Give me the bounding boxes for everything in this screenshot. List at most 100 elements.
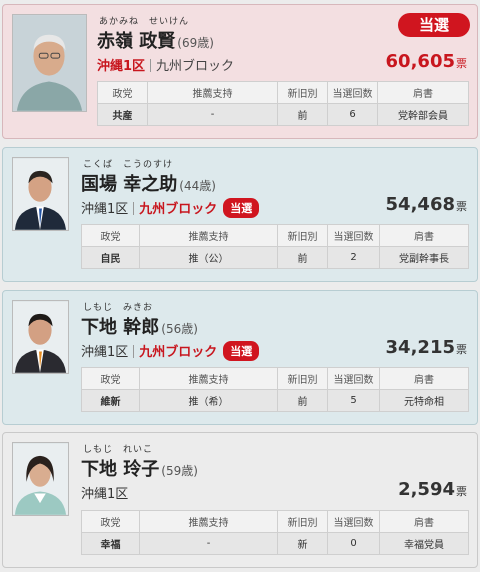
candidate-district-line: 沖縄1区 九州ブロック 当選 xyxy=(81,341,260,361)
candidate-age: (56歳) xyxy=(161,322,198,336)
portrait-image xyxy=(13,301,68,373)
elected-badge: 当選 xyxy=(223,341,260,361)
vote-count: 60,605票 xyxy=(386,51,467,72)
header-party: 政党 xyxy=(81,224,140,247)
support-value: - xyxy=(139,532,278,555)
elected-badge: 当選 xyxy=(398,13,470,37)
vote-number: 54,468 xyxy=(385,194,455,215)
header-party: 政党 xyxy=(81,510,140,533)
candidate-card-3[interactable]: しもじ みきお 下地 幹郎 (56歳) 沖縄1区 九州ブロック 当選 34,215票 … xyxy=(2,290,478,425)
candidate-furigana: あかみね せいけん xyxy=(99,17,190,27)
title-value: 元特命相 xyxy=(379,389,469,412)
candidate-name-text: 赤嶺 政賢 xyxy=(97,31,176,52)
divider xyxy=(133,202,135,215)
header-support: 推薦支持 xyxy=(139,367,278,390)
candidate-card-4[interactable]: しもじ れいこ 下地 玲子 (59歳) 沖縄1区 2,594票 政党 推薦支持 新… xyxy=(2,432,478,568)
candidate-list: あかみね せいけん 赤嶺 政賢 (69歳) 当選 沖縄1区 九州ブロック 60,60… xyxy=(0,0,480,572)
header-title: 肩書 xyxy=(379,224,469,247)
vote-count: 54,468票 xyxy=(386,194,467,215)
district-label: 沖縄1区 xyxy=(97,59,146,74)
status-value: 新 xyxy=(277,532,328,555)
candidate-name-text: 国場 幸之助 xyxy=(81,174,178,195)
candidate-info-table: 政党 推薦支持 新旧別 当選回数 肩書 維新 推（希） 前 5 元特命相 xyxy=(81,367,469,412)
district-label: 沖縄1区 xyxy=(81,345,129,360)
support-value: - xyxy=(147,103,278,126)
vote-number: 34,215 xyxy=(385,337,455,358)
party-value: 幸福 xyxy=(81,532,140,555)
block-label: 九州ブロック xyxy=(139,202,218,217)
header-party: 政党 xyxy=(81,367,140,390)
candidate-furigana: しもじ みきお xyxy=(83,303,154,313)
candidate-furigana: こくば こうのすけ xyxy=(83,160,174,170)
terms-value: 2 xyxy=(327,246,380,269)
header-party: 政党 xyxy=(97,81,148,104)
header-support: 推薦支持 xyxy=(139,510,278,533)
party-value: 自民 xyxy=(81,246,140,269)
support-value: 推（希） xyxy=(139,389,278,412)
vote-number: 60,605 xyxy=(385,51,455,72)
terms-value: 6 xyxy=(327,103,378,126)
vote-unit: 票 xyxy=(456,343,467,356)
header-terms: 当選回数 xyxy=(327,367,380,390)
candidate-age: (69歳) xyxy=(177,36,214,50)
terms-value: 5 xyxy=(327,389,380,412)
header-terms: 当選回数 xyxy=(327,510,380,533)
info-value-row: 共産 - 前 6 党幹部会員 xyxy=(97,103,469,126)
candidate-photo xyxy=(12,14,87,112)
header-terms: 当選回数 xyxy=(327,81,378,104)
candidate-photo xyxy=(12,300,69,374)
candidate-district-line: 沖縄1区 xyxy=(81,483,128,502)
info-header-row: 政党 推薦支持 新旧別 当選回数 肩書 xyxy=(81,367,469,390)
candidate-age: (59歳) xyxy=(161,464,198,478)
candidate-name-text: 下地 幹郎 xyxy=(81,317,160,338)
title-value: 幸福党員 xyxy=(379,532,469,555)
title-value: 党副幹事長 xyxy=(379,246,469,269)
elected-badge: 当選 xyxy=(223,198,260,218)
candidate-name: 下地 玲子 (59歳) xyxy=(81,455,198,481)
header-support: 推薦支持 xyxy=(139,224,278,247)
info-value-row: 維新 推（希） 前 5 元特命相 xyxy=(81,389,469,412)
info-value-row: 自民 推（公） 前 2 党副幹事長 xyxy=(81,246,469,269)
candidate-furigana: しもじ れいこ xyxy=(83,445,154,455)
candidate-info-table: 政党 推薦支持 新旧別 当選回数 肩書 共産 - 前 6 党幹部会員 xyxy=(97,81,469,126)
candidate-photo xyxy=(12,157,69,231)
status-value: 前 xyxy=(277,389,328,412)
divider xyxy=(150,59,152,72)
candidate-name: 赤嶺 政賢 (69歳) xyxy=(97,27,214,53)
divider xyxy=(133,345,135,358)
header-status: 新旧別 xyxy=(277,81,328,104)
block-label: 九州ブロック xyxy=(139,345,218,360)
block-label: 九州ブロック xyxy=(156,59,235,74)
header-title: 肩書 xyxy=(377,81,469,104)
candidate-name: 下地 幹郎 (56歳) xyxy=(81,313,198,339)
candidate-age: (44歳) xyxy=(179,179,216,193)
vote-number: 2,594 xyxy=(398,479,455,500)
candidate-district-line: 沖縄1区 九州ブロック xyxy=(97,55,234,74)
vote-unit: 票 xyxy=(456,57,467,70)
header-status: 新旧別 xyxy=(277,224,328,247)
candidate-name-text: 下地 玲子 xyxy=(81,459,160,480)
info-header-row: 政党 推薦支持 新旧別 当選回数 肩書 xyxy=(81,224,469,247)
support-value: 推（公） xyxy=(139,246,278,269)
header-support: 推薦支持 xyxy=(147,81,278,104)
info-header-row: 政党 推薦支持 新旧別 当選回数 肩書 xyxy=(97,81,469,104)
party-value: 維新 xyxy=(81,389,140,412)
district-label: 沖縄1区 xyxy=(81,487,129,502)
candidate-info-table: 政党 推薦支持 新旧別 当選回数 肩書 幸福 - 新 0 幸福党員 xyxy=(81,510,469,555)
candidate-card-2[interactable]: こくば こうのすけ 国場 幸之助 (44歳) 沖縄1区 九州ブロック 当選 54,46… xyxy=(2,147,478,282)
portrait-image xyxy=(13,158,68,230)
vote-count: 2,594票 xyxy=(398,479,467,500)
candidate-card-1[interactable]: あかみね せいけん 赤嶺 政賢 (69歳) 当選 沖縄1区 九州ブロック 60,60… xyxy=(2,4,478,139)
info-value-row: 幸福 - 新 0 幸福党員 xyxy=(81,532,469,555)
status-value: 前 xyxy=(277,103,328,126)
candidate-photo xyxy=(12,442,69,516)
status-value: 前 xyxy=(277,246,328,269)
info-header-row: 政党 推薦支持 新旧別 当選回数 肩書 xyxy=(81,510,469,533)
title-value: 党幹部会員 xyxy=(377,103,469,126)
vote-unit: 票 xyxy=(456,485,467,498)
candidate-info-table: 政党 推薦支持 新旧別 当選回数 肩書 自民 推（公） 前 2 党副幹事長 xyxy=(81,224,469,269)
vote-count: 34,215票 xyxy=(386,337,467,358)
terms-value: 0 xyxy=(327,532,380,555)
header-title: 肩書 xyxy=(379,367,469,390)
header-status: 新旧別 xyxy=(277,367,328,390)
